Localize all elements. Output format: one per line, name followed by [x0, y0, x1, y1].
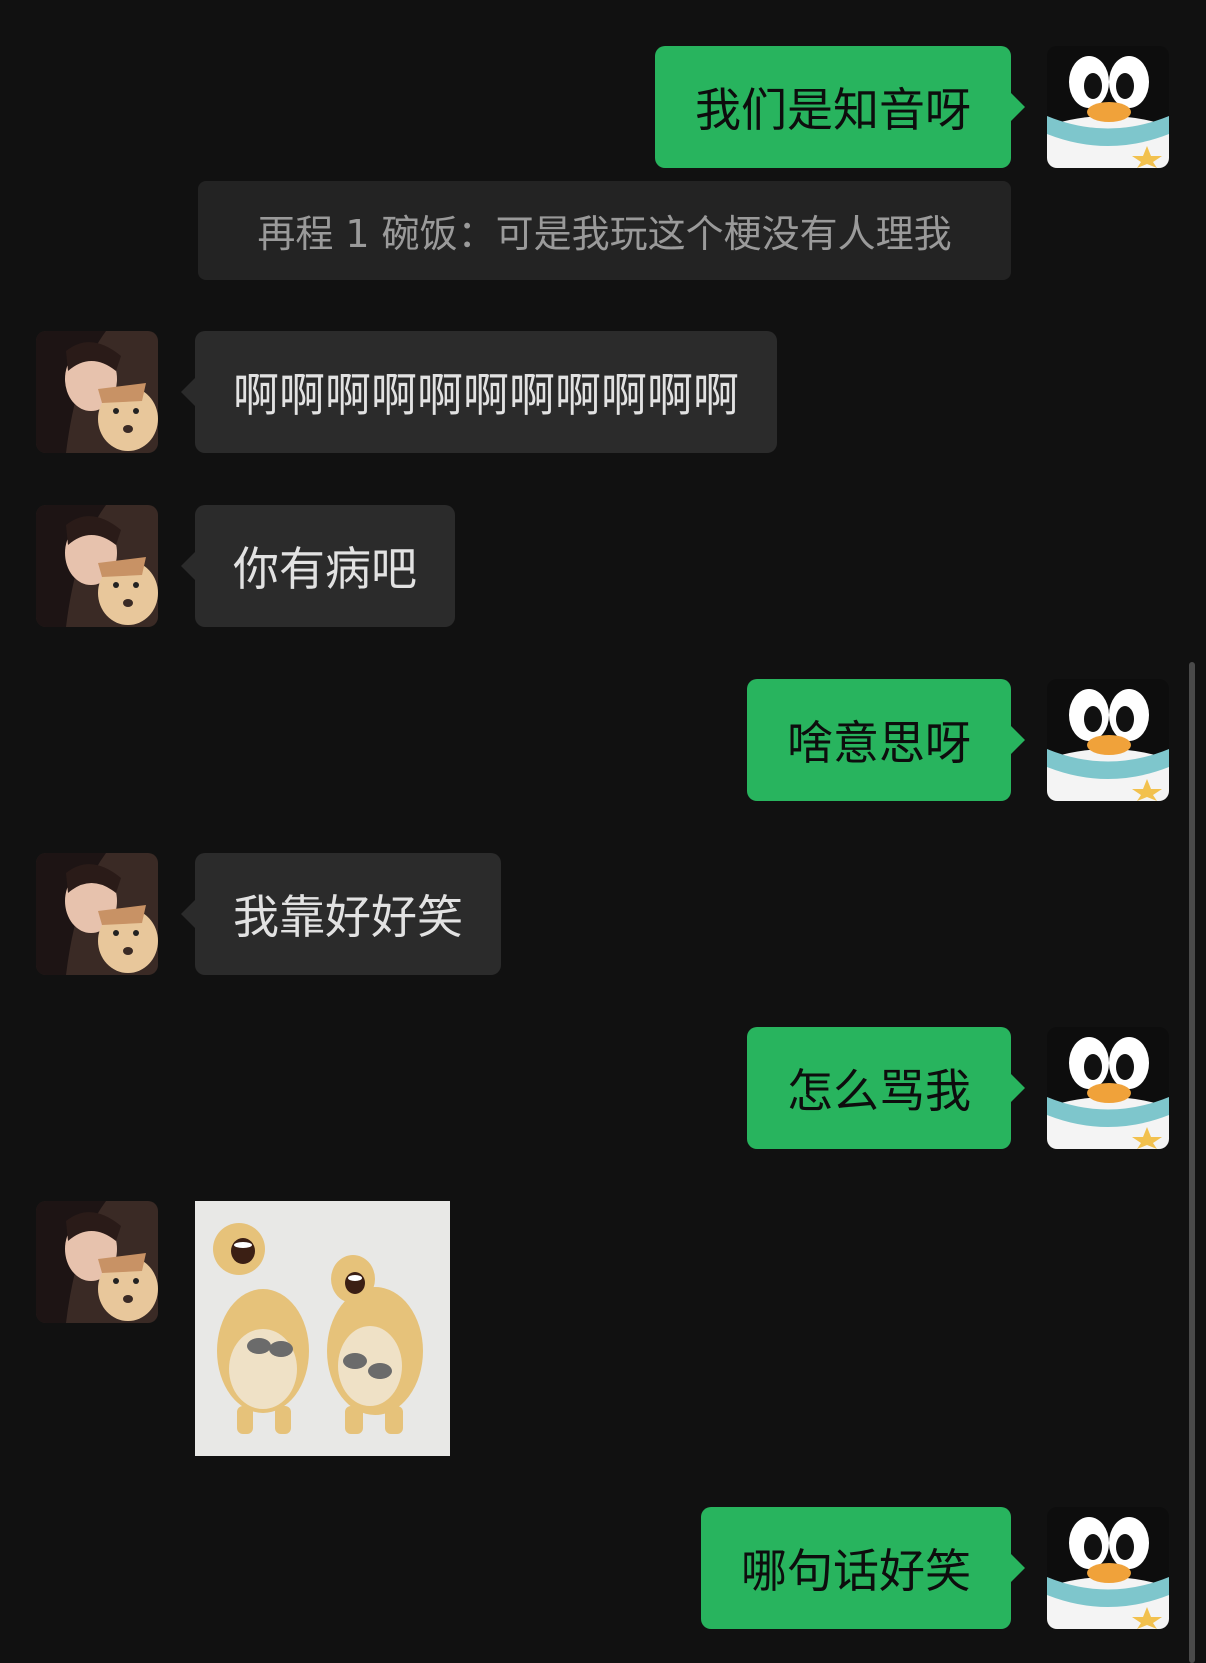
outgoing-message-bubble[interactable]: 哪句话好笑	[701, 1507, 1025, 1629]
message-text: 啊啊啊啊啊啊啊啊啊啊啊	[233, 368, 739, 422]
penguin-avatar-icon[interactable]	[1047, 1027, 1169, 1149]
message-text: 啥意思呀	[787, 716, 971, 770]
incoming-message-bubble[interactable]: 你有病吧	[181, 505, 455, 627]
outgoing-message-bubble[interactable]: 啥意思呀	[747, 679, 1025, 801]
message-text: 我靠好好笑	[233, 890, 463, 944]
outgoing-message-bubble[interactable]: 我们是知音呀	[655, 46, 1025, 168]
girl-with-dog-avatar[interactable]	[36, 331, 158, 453]
scrollbar[interactable]	[1189, 662, 1195, 1663]
incoming-message-bubble[interactable]: 我靠好好笑	[181, 853, 501, 975]
quoted-text: 再程 1 碗饭：可是我玩这个梗没有人理我	[257, 212, 952, 256]
girl-with-dog-avatar[interactable]	[36, 1201, 158, 1323]
penguin-avatar-icon[interactable]	[1047, 1507, 1169, 1629]
message-text: 我们是知音呀	[695, 83, 971, 137]
girl-with-dog-avatar[interactable]	[36, 505, 158, 627]
message-text: 哪句话好笑	[741, 1544, 971, 1598]
laughing-bears-sticker[interactable]	[195, 1201, 450, 1456]
quoted-message[interactable]: 再程 1 碗饭：可是我玩这个梗没有人理我	[198, 181, 1011, 280]
message-text: 怎么骂我	[787, 1064, 971, 1118]
penguin-avatar-icon[interactable]	[1047, 679, 1169, 801]
girl-with-dog-avatar[interactable]	[36, 853, 158, 975]
outgoing-message-bubble[interactable]: 怎么骂我	[747, 1027, 1025, 1149]
chat-window: 我们是知音呀 再程 1 碗饭：可是我玩这个梗没有人理我 啊啊啊啊啊啊啊啊啊啊啊 …	[0, 0, 1206, 1663]
penguin-avatar-icon[interactable]	[1047, 46, 1169, 168]
incoming-message-bubble[interactable]: 啊啊啊啊啊啊啊啊啊啊啊	[181, 331, 777, 453]
message-text: 你有病吧	[233, 542, 417, 596]
